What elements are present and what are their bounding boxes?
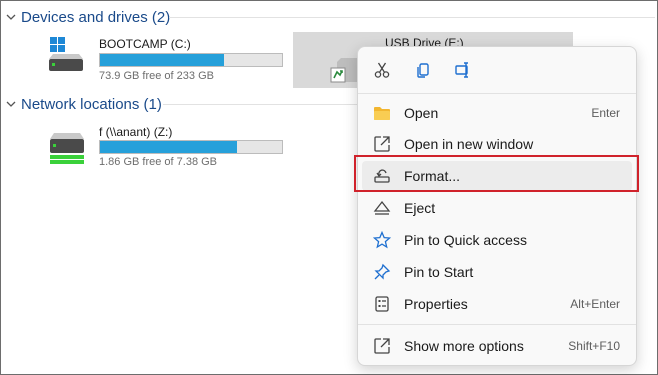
group-divider: [163, 104, 357, 105]
copy-icon[interactable]: [410, 57, 436, 83]
menu-item-eject[interactable]: Eject: [362, 193, 632, 223]
drive-usage-fill: [100, 141, 237, 153]
menu-item-shortcut: Enter: [591, 106, 620, 120]
drive-usage-bar: [99, 140, 283, 154]
drive-free-space: 73.9 GB free of 233 GB: [99, 70, 214, 82]
menu-item-shortcut: Shift+F10: [568, 339, 620, 353]
group-header-devices[interactable]: Devices and drives (2): [5, 6, 170, 28]
group-header-label: Network locations (1): [21, 95, 162, 113]
eject-icon: [373, 199, 391, 217]
usb-drive-icon: [329, 42, 359, 91]
menu-item-format[interactable]: Format...: [362, 161, 632, 191]
drive-c[interactable]: BOOTCAMP (C:) 73.9 GB free of 233 GB: [41, 31, 291, 85]
context-menu: Open Enter Open in new window Format...: [357, 46, 637, 366]
group-header-label: Devices and drives (2): [21, 8, 171, 26]
star-icon: [373, 231, 391, 249]
drive-usage-bar: [99, 53, 283, 67]
menu-item-open[interactable]: Open Enter: [362, 98, 632, 128]
group-header-network[interactable]: Network locations (1): [5, 93, 162, 115]
menu-item-show-more-options[interactable]: Show more options Shift+F10: [362, 331, 632, 361]
menu-item-label: Open in new window: [404, 136, 534, 152]
menu-item-pin-start[interactable]: Pin to Start: [362, 257, 632, 287]
menu-item-label: Pin to Start: [404, 264, 474, 280]
drive-name: BOOTCAMP (C:): [99, 37, 191, 51]
menu-item-label: Pin to Quick access: [404, 232, 527, 248]
menu-item-label: Format...: [404, 168, 461, 184]
menu-item-open-new-window[interactable]: Open in new window: [362, 129, 632, 159]
network-drive-icon: [47, 129, 87, 174]
drive-name: f (\\anant) (Z:): [99, 125, 173, 139]
menu-item-label: Show more options: [404, 338, 524, 354]
drive-usage-fill: [100, 54, 224, 66]
drive-free-space: 1.86 GB free of 7.38 GB: [99, 156, 218, 168]
open-new-window-icon: [373, 135, 391, 153]
properties-icon: [373, 295, 391, 313]
windows-drive-icon: [47, 35, 85, 80]
group-divider: [169, 17, 655, 18]
menu-separator: [358, 324, 636, 325]
more-options-icon: [373, 337, 391, 355]
menu-item-label: Properties: [404, 296, 468, 312]
format-icon: [373, 167, 391, 185]
cut-icon[interactable]: [369, 57, 395, 83]
menu-item-label: Eject: [404, 200, 436, 216]
chevron-down-icon[interactable]: [5, 93, 17, 115]
pin-icon: [373, 263, 391, 281]
menu-item-pin-quick-access[interactable]: Pin to Quick access: [362, 225, 632, 255]
chevron-down-icon[interactable]: [5, 6, 17, 28]
menu-item-properties[interactable]: Properties Alt+Enter: [362, 289, 632, 319]
menu-item-label: Open: [404, 105, 439, 121]
menu-item-shortcut: Alt+Enter: [570, 297, 620, 311]
folder-icon: [373, 104, 391, 122]
menu-separator: [358, 93, 636, 94]
context-menu-toolbar: [358, 47, 636, 93]
network-drive-z[interactable]: f (\\anant) (Z:) 1.86 GB free of 7.38 GB: [41, 119, 291, 173]
rename-icon[interactable]: [450, 57, 476, 83]
